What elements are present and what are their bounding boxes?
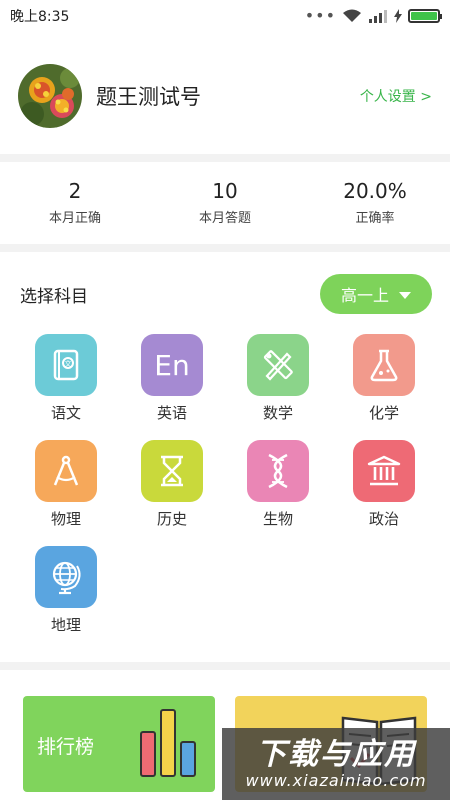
subject-label: 历史: [156, 510, 187, 528]
section-divider: [0, 154, 450, 162]
subject-physics[interactable]: 物理: [21, 440, 111, 540]
subject-select-header: 选择科目 高一上: [0, 272, 450, 316]
subject-label: 政治: [368, 510, 399, 528]
subject-math[interactable]: 数学: [233, 334, 323, 434]
watermark-url: www.xiazainiao.com: [245, 771, 427, 790]
username: 题王测试号: [96, 85, 201, 109]
subject-chemistry[interactable]: 化学: [339, 334, 429, 434]
stat-correct-this-month: 2 本月正确: [0, 162, 150, 242]
avatar[interactable]: [18, 64, 82, 128]
stat-label: 本月答题: [198, 210, 251, 226]
monthly-stats: 2 本月正确 10 本月答题 20.0% 正确率: [0, 162, 450, 242]
flask-icon: [353, 334, 415, 396]
select-subject-title: 选择科目: [20, 286, 88, 307]
grade-label: 高一上: [340, 286, 389, 305]
status-bar: 晚上8:35 •••: [0, 0, 450, 32]
subject-biology[interactable]: 生物: [233, 440, 323, 540]
charging-icon: [394, 9, 402, 23]
svg-text:文: 文: [65, 359, 72, 368]
stat-label: 本月正确: [48, 210, 101, 226]
subject-label: 物理: [50, 510, 81, 528]
subject-label: 英语: [156, 404, 187, 422]
subject-label: 地理: [50, 616, 81, 634]
chevron-down-icon: [399, 291, 411, 299]
subject-chinese[interactable]: 文 语文: [21, 334, 111, 434]
ruler-pencil-icon: [247, 334, 309, 396]
subject-english[interactable]: En 英语: [127, 334, 217, 434]
subject-label: 化学: [368, 404, 399, 422]
bar-chart-icon: [140, 709, 196, 777]
status-icons: •••: [304, 6, 442, 25]
subject-label: 语文: [50, 404, 81, 422]
stat-answered-this-month: 10 本月答题: [150, 162, 300, 242]
en-icon-text: En: [154, 348, 190, 382]
subject-history[interactable]: 历史: [127, 440, 217, 540]
en-icon: En: [141, 334, 203, 396]
subject-politics[interactable]: 政治: [339, 440, 429, 540]
subject-label: 数学: [262, 404, 293, 422]
personal-settings-link[interactable]: 个人设置 >: [360, 86, 432, 106]
dna-icon: [247, 440, 309, 502]
profile-header: 题王测试号 个人设置 >: [0, 40, 450, 152]
watermark-overlay: 下载与应用 www.xiazainiao.com: [222, 728, 450, 800]
stat-value: 20.0%: [343, 178, 407, 203]
stat-value: 2: [68, 178, 82, 203]
status-time: 晚上8:35: [10, 9, 70, 25]
government-building-icon: [353, 440, 415, 502]
battery-icon: [408, 9, 442, 23]
signal-icon: [369, 10, 387, 23]
compass-icon: [35, 440, 97, 502]
wifi-icon: [343, 9, 361, 22]
book-icon: 文: [35, 334, 97, 396]
more-dots-icon: •••: [304, 6, 336, 25]
leaderboard-card[interactable]: 排行榜: [23, 696, 215, 792]
watermark-title: 下载与应用: [256, 737, 416, 772]
avatar-flower-image: [18, 64, 82, 128]
stat-value: 10: [212, 178, 238, 203]
section-divider: [0, 244, 450, 252]
leaderboard-label: 排行榜: [37, 736, 95, 758]
globe-icon: [35, 546, 97, 608]
stat-accuracy: 20.0% 正确率: [300, 162, 450, 242]
subject-geography[interactable]: 地理: [21, 546, 111, 646]
grade-dropdown-button[interactable]: 高一上: [320, 274, 432, 314]
subject-label: 生物: [262, 510, 293, 528]
stat-label: 正确率: [355, 210, 395, 226]
hourglass-icon: [141, 440, 203, 502]
section-divider: [0, 662, 450, 670]
